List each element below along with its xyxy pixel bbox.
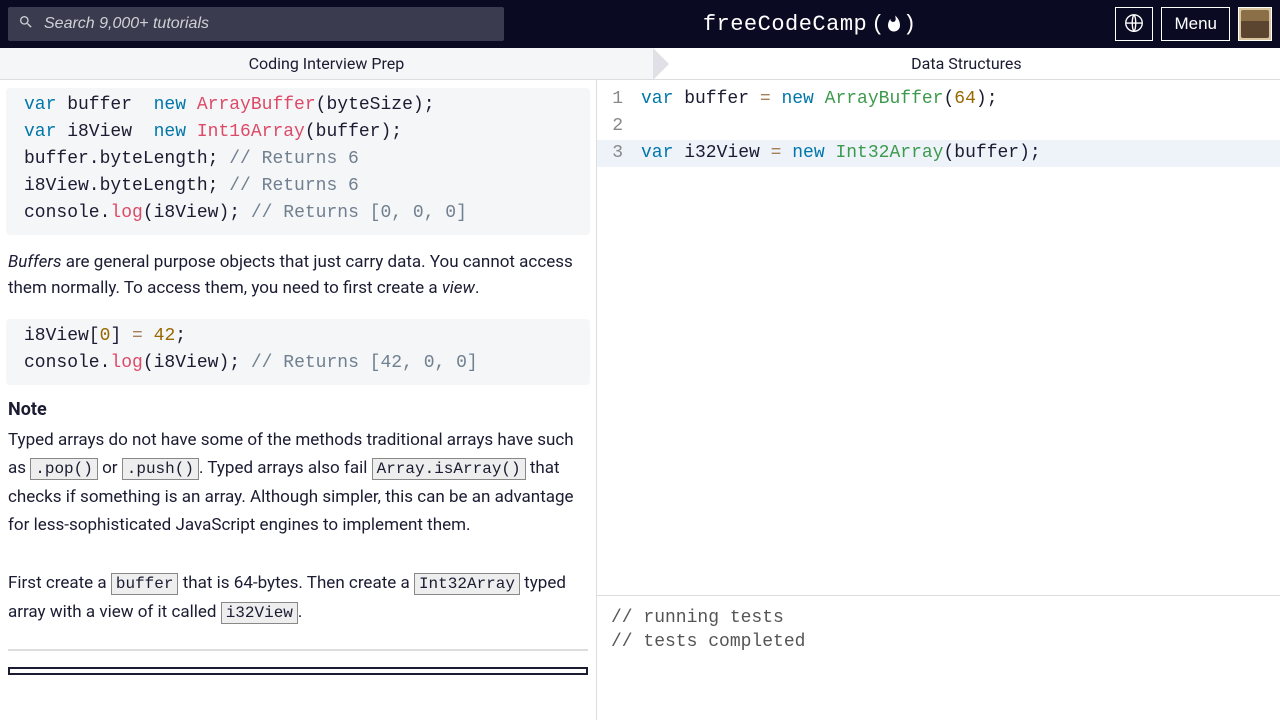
editor-line-3[interactable]: 3 var i32View = new Int32Array(buffer); [597, 140, 1280, 167]
lesson-panel[interactable]: var buffer new ArrayBuffer(byteSize); va… [0, 80, 597, 720]
note-text: Typed arrays do not have some of the met… [6, 426, 590, 539]
logo-text: freeCodeCamp [703, 12, 867, 37]
user-avatar[interactable] [1238, 7, 1272, 41]
buffers-explanation: Buffers are general purpose objects that… [6, 249, 590, 301]
divider [8, 649, 588, 651]
topbar-right: Menu [1115, 7, 1272, 41]
line-number: 1 [597, 86, 641, 113]
globe-icon [1123, 12, 1145, 37]
menu-button[interactable]: Menu [1161, 7, 1230, 41]
instructions: First create a buffer that is 64-bytes. … [6, 569, 590, 627]
fire-icon: () [871, 12, 916, 37]
code-example-2: i8View[0] = 42; console.log(i8View); // … [6, 319, 590, 385]
code-editor[interactable]: 1 var buffer = new ArrayBuffer(64); 2 3 … [597, 80, 1280, 595]
editor-line-1[interactable]: 1 var buffer = new ArrayBuffer(64); [597, 86, 1280, 113]
main-content: var buffer new ArrayBuffer(byteSize); va… [0, 80, 1280, 720]
buffer-code: buffer [111, 573, 179, 595]
search-icon [18, 14, 44, 34]
console-line: // running tests [611, 606, 1266, 630]
pop-code: .pop() [30, 458, 98, 480]
i32view-code: i32View [221, 602, 298, 624]
console-line: // tests completed [611, 630, 1266, 654]
editor-line-2[interactable]: 2 [597, 113, 1280, 140]
line-number: 2 [597, 113, 641, 140]
run-tests-button[interactable] [8, 667, 588, 675]
top-nav: freeCodeCamp () Menu [0, 0, 1280, 48]
breadcrumb-ds[interactable]: Data Structures [653, 48, 1280, 79]
int32-code: Int32Array [414, 573, 520, 595]
search-input[interactable] [44, 15, 494, 33]
editor-panel: 1 var buffer = new ArrayBuffer(64); 2 3 … [597, 80, 1280, 720]
line-number: 3 [597, 140, 641, 167]
breadcrumb-prep[interactable]: Coding Interview Prep [0, 48, 653, 79]
isarray-code: Array.isArray() [372, 458, 526, 480]
breadcrumb: Coding Interview Prep Data Structures [0, 48, 1280, 80]
language-button[interactable] [1115, 7, 1153, 41]
test-console: // running tests // tests completed [597, 595, 1280, 720]
search-container[interactable] [8, 7, 504, 41]
push-code: .push() [122, 458, 199, 480]
note-heading: Note [6, 399, 590, 420]
site-logo[interactable]: freeCodeCamp () [512, 12, 1107, 37]
code-example-1: var buffer new ArrayBuffer(byteSize); va… [6, 88, 590, 235]
